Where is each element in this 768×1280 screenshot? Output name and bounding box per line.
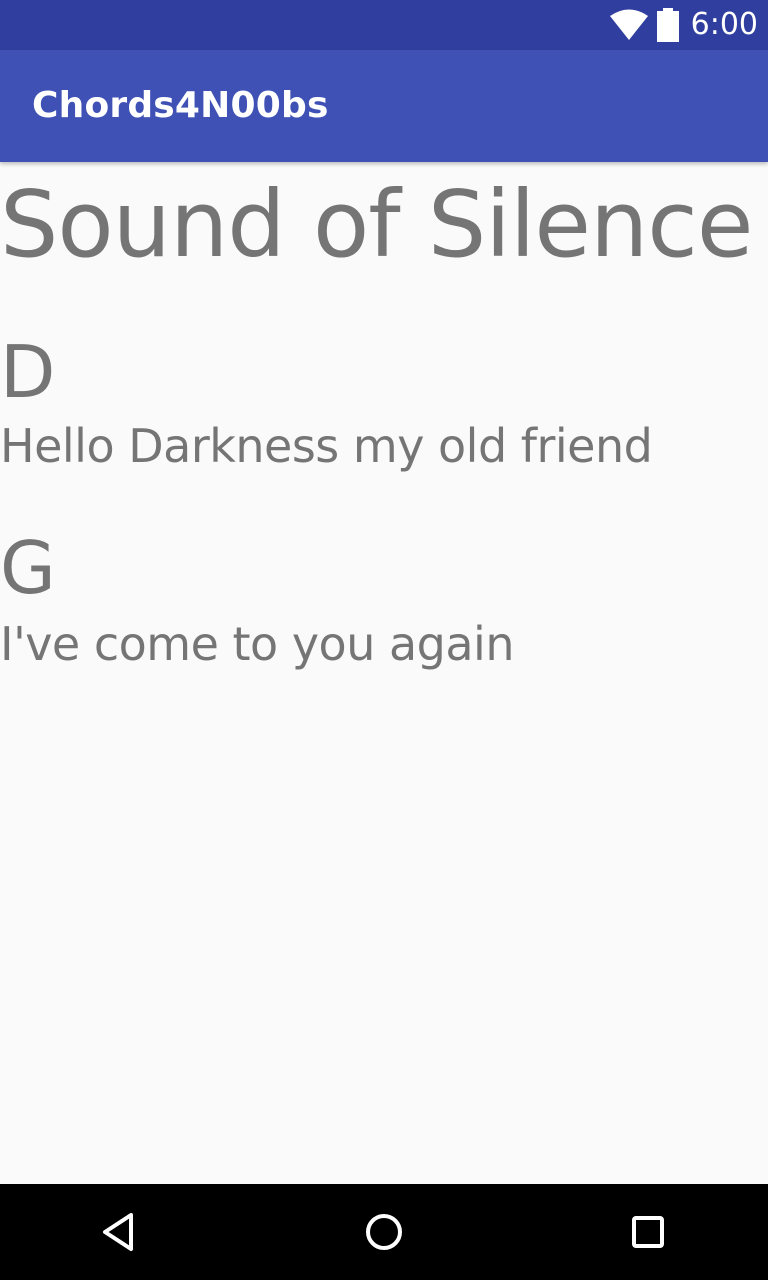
status-icons: 6:00 <box>609 0 758 50</box>
chord-label: D <box>0 330 56 414</box>
home-icon[interactable] <box>360 1208 408 1256</box>
status-time: 6:00 <box>690 7 758 42</box>
status-bar: 6:00 <box>0 0 768 50</box>
recents-icon[interactable] <box>624 1208 672 1256</box>
navigation-bar <box>0 1184 768 1280</box>
battery-icon <box>656 8 679 42</box>
app-bar: Chords4N00bs <box>0 50 768 162</box>
lyric-line: Hello Darkness my old friend <box>0 419 653 473</box>
chord-label: G <box>0 526 56 610</box>
app-screen: 6:00 Chords4N00bs Sound of Silence D Hel… <box>0 0 768 1280</box>
song-content: Sound of Silence D Hello Darkness my old… <box>0 162 768 1184</box>
wifi-icon <box>609 9 648 40</box>
back-icon[interactable] <box>96 1208 144 1256</box>
lyric-line: I've come to you again <box>0 617 514 671</box>
song-title: Sound of Silence <box>0 171 753 278</box>
app-title: Chords4N00bs <box>32 85 329 126</box>
